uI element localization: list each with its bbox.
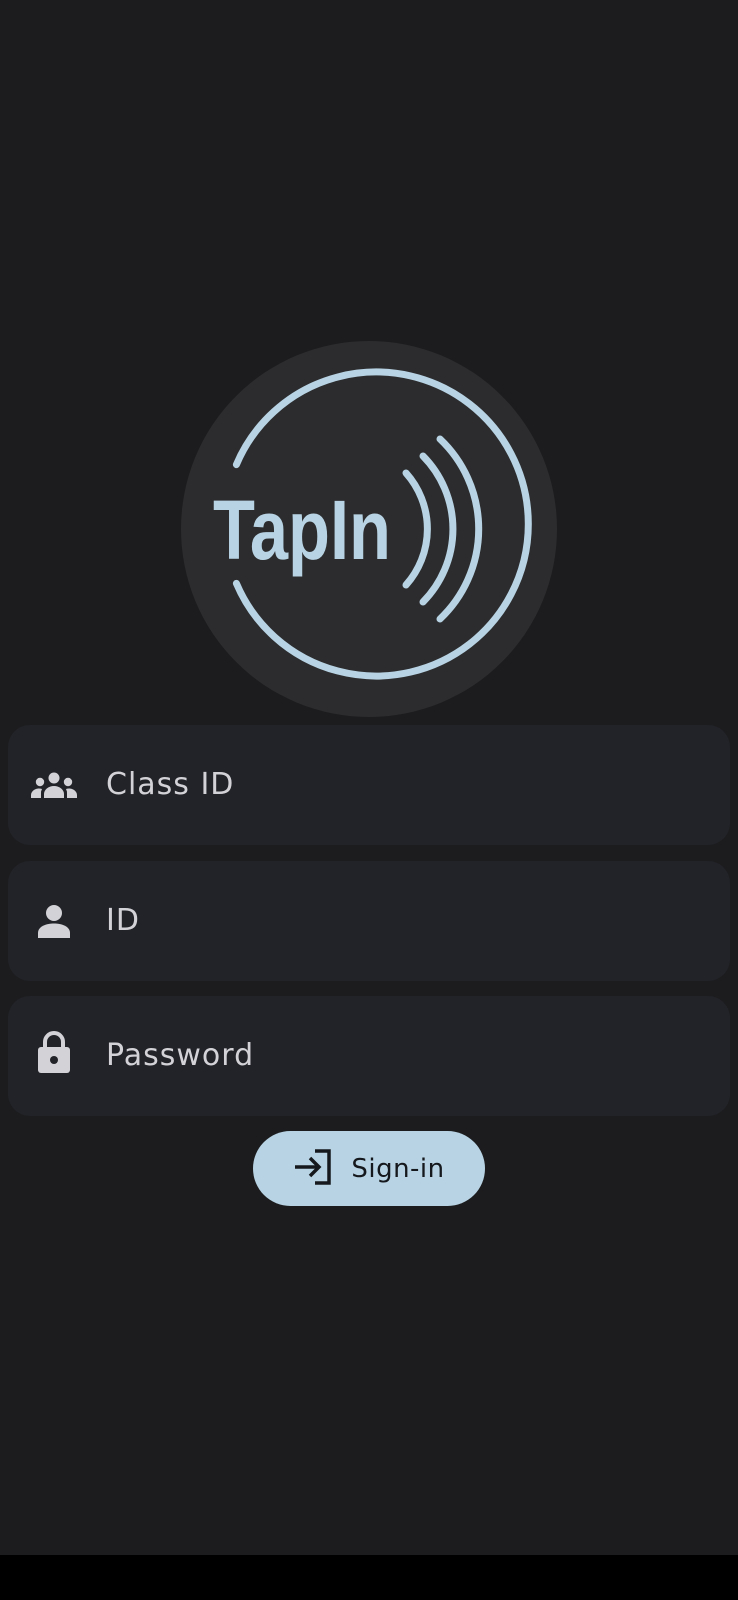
password-placeholder: Password: [106, 1038, 255, 1073]
sign-in-button[interactable]: Sign-in: [253, 1131, 485, 1206]
tapin-logo-graphic: TapIn: [213, 368, 532, 680]
class-id-field[interactable]: Class ID: [8, 725, 730, 845]
group-icon: [30, 765, 78, 805]
sign-in-label: Sign-in: [351, 1153, 445, 1184]
person-icon: [30, 901, 78, 941]
user-id-placeholder: ID: [106, 903, 140, 938]
lock-icon: [30, 1031, 78, 1073]
svg-text:TapIn: TapIn: [213, 483, 391, 577]
class-id-placeholder: Class ID: [106, 767, 235, 802]
tapin-logo: TapIn: [181, 341, 557, 717]
system-navigation-bar: [0, 1555, 738, 1600]
password-field[interactable]: Password: [8, 996, 730, 1116]
user-id-field[interactable]: ID: [8, 861, 730, 981]
login-icon: [293, 1148, 333, 1189]
login-screen: TapIn Class ID ID Password Sign-in: [0, 0, 738, 1555]
